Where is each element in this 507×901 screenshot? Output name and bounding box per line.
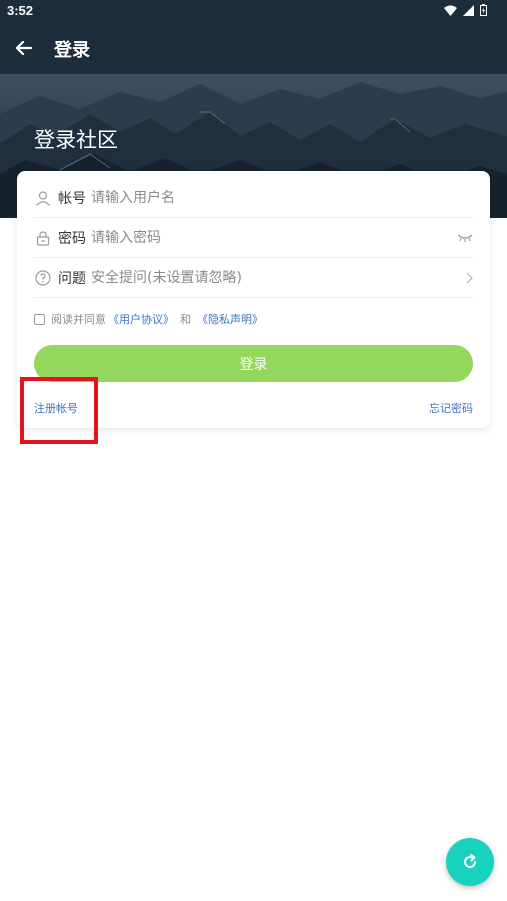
agreement-prefix: 阅读并同意	[51, 313, 106, 326]
refresh-button[interactable]	[446, 838, 494, 886]
question-input[interactable]	[91, 269, 453, 286]
password-input[interactable]	[91, 229, 453, 246]
account-row: 帐号	[34, 178, 473, 218]
user-agreement-link[interactable]: 《用户协议》	[108, 311, 174, 327]
signal-icon	[463, 4, 474, 16]
status-bar: 3:52	[0, 0, 507, 22]
question-select[interactable]	[453, 268, 473, 288]
account-input[interactable]	[91, 189, 473, 206]
privacy-link[interactable]: 《隐私声明》	[197, 311, 263, 327]
user-icon	[34, 189, 52, 207]
toggle-password-visibility[interactable]	[453, 228, 473, 248]
back-button[interactable]	[12, 35, 38, 61]
question-row[interactable]: 问题	[34, 258, 473, 298]
login-button[interactable]: 登录	[34, 345, 473, 382]
status-icons	[444, 4, 487, 16]
chevron-right-icon	[466, 272, 473, 283]
eye-closed-icon	[457, 234, 473, 242]
question-label: 问题	[58, 270, 86, 287]
question-icon	[34, 269, 52, 287]
app-bar: 登录	[0, 22, 507, 74]
back-arrow-icon	[15, 40, 33, 56]
lock-icon	[34, 229, 52, 247]
screen: 3:52 登录 登录社区 帐号 请输入用户名 密码 问题 安全提问(未设置请忽略…	[0, 0, 507, 901]
page-title: 登录	[54, 40, 90, 61]
password-label: 密码	[58, 230, 86, 247]
agreement-checkbox[interactable]	[34, 313, 45, 325]
hero-title: 登录社区	[34, 128, 118, 152]
wifi-icon	[444, 5, 457, 16]
battery-icon	[480, 4, 487, 16]
forgot-password-link[interactable]: 忘记密码	[429, 400, 473, 416]
highlight-box	[20, 377, 98, 444]
status-time: 3:52	[7, 3, 34, 18]
agreement-and: 和	[180, 313, 191, 326]
refresh-icon	[464, 854, 477, 868]
account-label: 帐号	[58, 190, 86, 207]
password-row: 密码	[34, 218, 473, 258]
agreement-row: 阅读并同意 《用户协议》 和 《隐私声明》	[34, 311, 263, 327]
